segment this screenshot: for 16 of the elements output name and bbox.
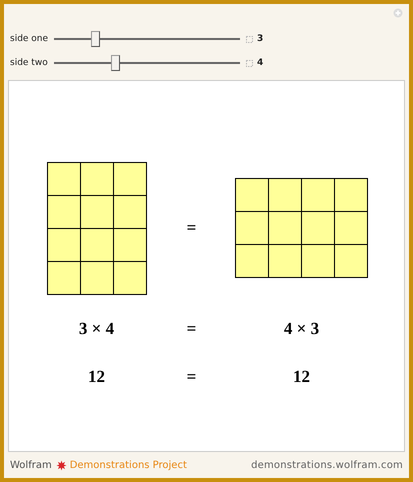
equals-sign: = (186, 319, 196, 339)
slider-value: 3 (257, 34, 264, 44)
slider-thumb[interactable] (111, 55, 120, 71)
right-expression: 4 × 3 (284, 319, 320, 339)
left-expression: 3 × 4 (78, 319, 114, 339)
equals-sign: = (186, 367, 196, 387)
equals-sign: = (186, 218, 196, 238)
slider-label: side one (10, 34, 50, 44)
slider-thumb[interactable] (90, 31, 100, 47)
slider-value: 4 (257, 58, 264, 68)
site-url[interactable]: demonstrations.wolfram.com (251, 460, 403, 470)
brand-text[interactable]: Wolfram (10, 460, 52, 470)
left-expression: 12 (88, 367, 105, 387)
right-expression: 12 (293, 367, 310, 387)
spiky-logo-icon (56, 460, 67, 470)
slider-label: side two (10, 58, 49, 68)
